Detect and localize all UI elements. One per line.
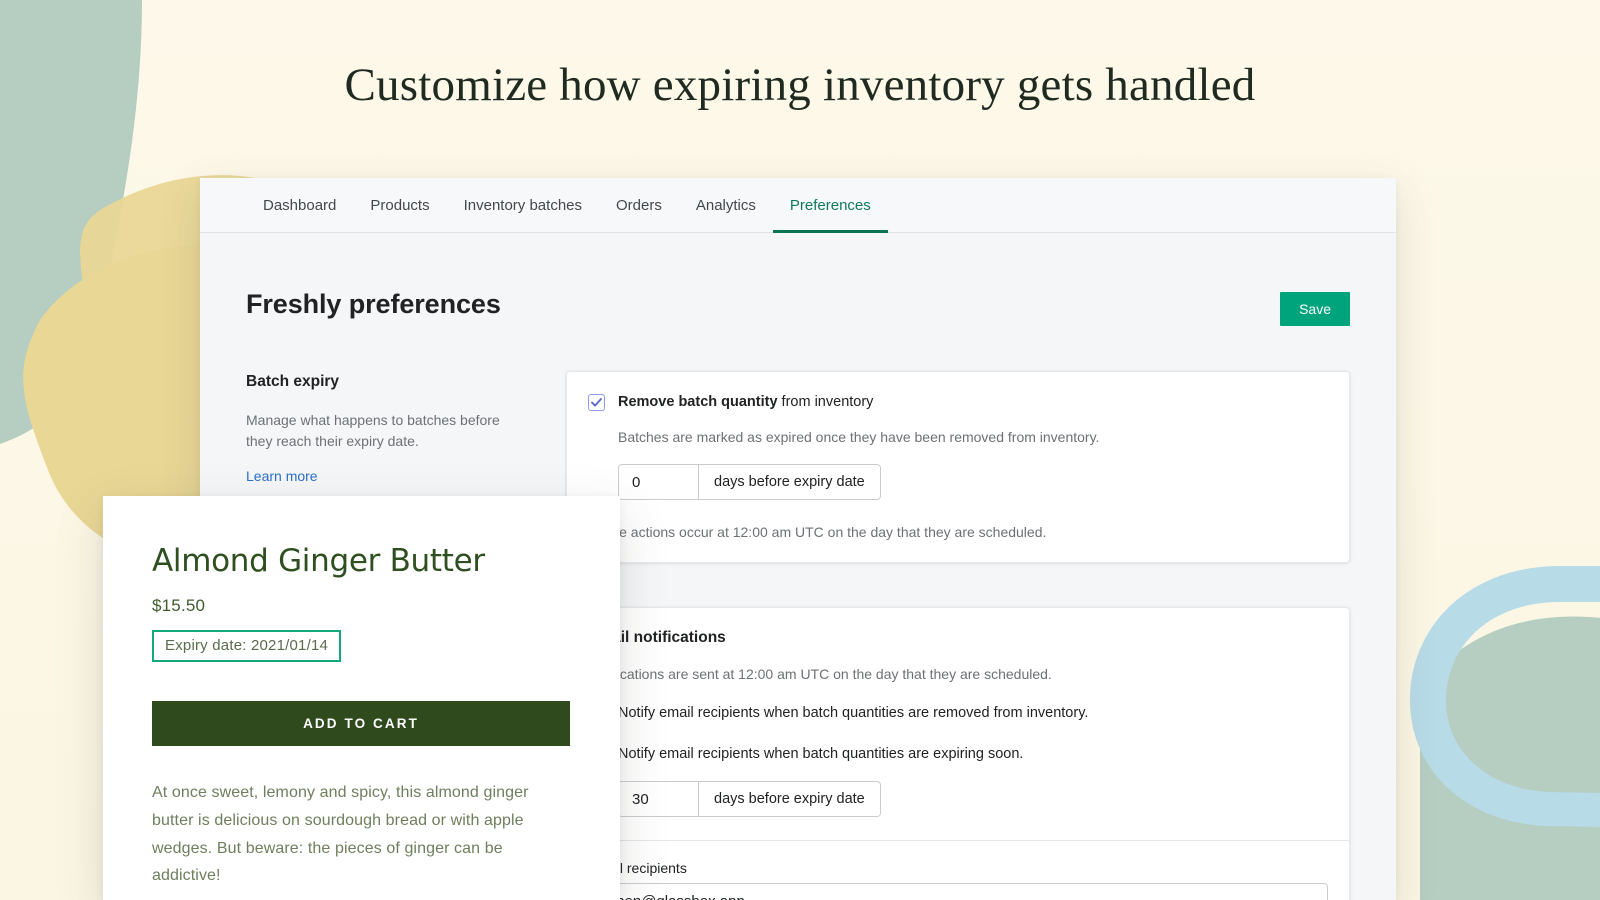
notify-expiring-label: Notify email recipients when batch quant… [618,745,1023,763]
batch-expiry-days-field: days before expiry date [618,464,881,500]
add-to-cart-button[interactable]: ADD TO CART [152,701,570,746]
product-description: At once sweet, lemony and spicy, this al… [152,779,571,890]
batch-expiry-heading: Batch expiry [246,373,528,391]
tab-dashboard[interactable]: Dashboard [246,178,353,232]
email-notifications-main: Email notifications Notifications are se… [566,607,1350,900]
tab-label: Orders [616,197,662,214]
page-header: Freshly preferences Save [246,289,1350,326]
remove-batch-quantity-label: Remove batch quantity from inventory [618,393,873,411]
remove-batch-quantity-checkbox[interactable] [588,394,605,411]
email-recipients-input[interactable] [588,883,1328,900]
email-notifications-card: Email notifications Notifications are se… [566,607,1350,900]
tab-bar: Dashboard Products Inventory batches Ord… [200,178,1396,233]
tab-label: Dashboard [263,197,336,214]
expiring-soon-days-suffix: days before expiry date [698,782,880,816]
tab-label: Products [370,197,429,214]
expiring-soon-days-input[interactable] [619,782,698,816]
expiring-soon-days-field: days before expiry date [618,781,881,817]
email-notifications-subtitle: Notifications are sent at 12:00 am UTC o… [588,664,1328,684]
remove-batch-quantity-label-bold: Remove batch quantity [618,394,778,410]
tab-label: Analytics [696,197,756,214]
batch-expiry-days-input[interactable] [619,465,698,499]
product-price: $15.50 [152,596,571,616]
learn-more-link[interactable]: Learn more [246,468,318,484]
page-title: Freshly preferences [246,289,501,320]
notify-removed-label: Notify email recipients when batch quant… [618,704,1088,722]
batch-expiry-main: Remove batch quantity from inventory Bat… [566,371,1350,563]
checkmark-icon [590,396,603,409]
email-recipients-label: Email recipients [588,860,1328,876]
remove-batch-quantity-label-rest: from inventory [778,394,874,410]
tab-preferences[interactable]: Preferences [773,178,888,232]
batch-expiry-description: Manage what happens to batches before th… [246,410,528,452]
tab-products[interactable]: Products [353,178,446,232]
email-notifications-title: Email notifications [588,629,1328,647]
notify-removed-row: Notify email recipients when batch quant… [588,704,1328,722]
tab-label: Preferences [790,197,871,214]
batch-expiry-days-suffix: days before expiry date [698,465,880,499]
batch-expiry-helper-text: Batches are marked as expired once they … [618,427,1328,447]
page-headline: Customize how expiring inventory gets ha… [0,58,1600,112]
product-expiry-date: Expiry date: 2021/01/14 [152,630,341,662]
notify-expiring-row: Notify email recipients when batch quant… [588,745,1328,763]
tab-inventory-batches[interactable]: Inventory batches [447,178,599,232]
batch-expiry-card: Remove batch quantity from inventory Bat… [566,371,1350,563]
remove-batch-quantity-row: Remove batch quantity from inventory [588,393,1328,411]
product-card: Almond Ginger Butter $15.50 Expiry date:… [103,496,620,900]
batch-expiry-footnote: These actions occur at 12:00 am UTC on t… [588,522,1328,542]
save-button[interactable]: Save [1280,292,1350,326]
tab-analytics[interactable]: Analytics [679,178,773,232]
product-name: Almond Ginger Butter [152,543,571,579]
tab-orders[interactable]: Orders [599,178,679,232]
tab-label: Inventory batches [464,197,582,214]
